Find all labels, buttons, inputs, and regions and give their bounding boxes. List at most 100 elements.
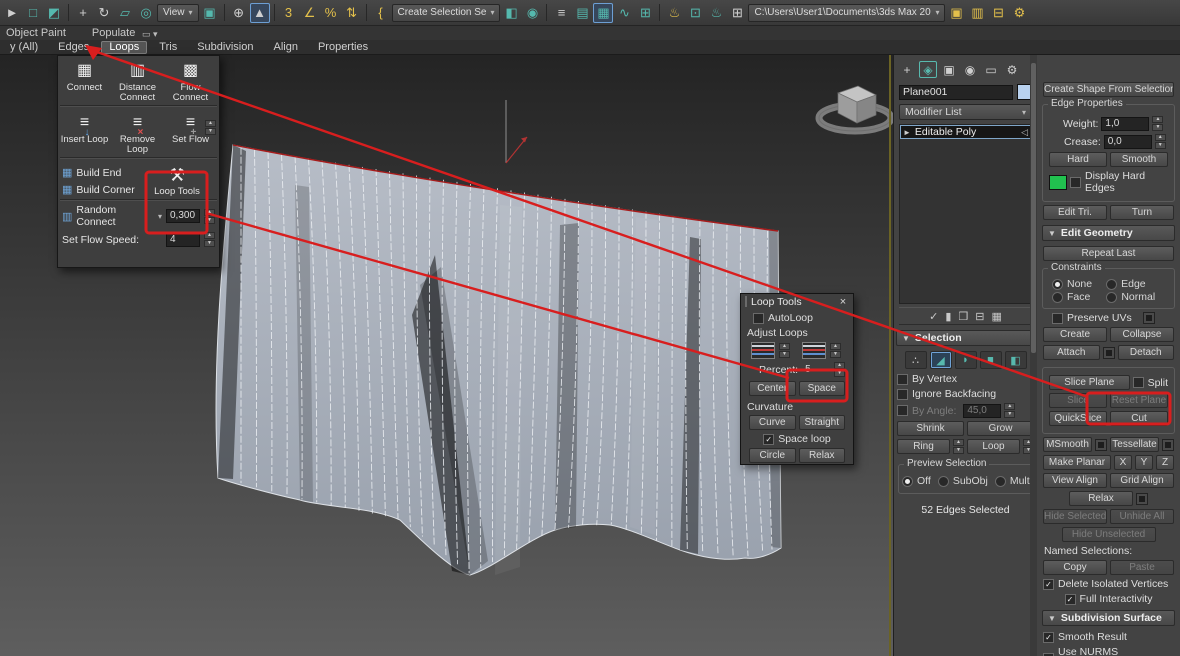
smooth-result-checkbox[interactable]: Smooth Result bbox=[1043, 631, 1127, 643]
by-angle-spinner[interactable]: ▲▼ bbox=[1004, 403, 1015, 418]
create-button[interactable]: Create bbox=[1043, 327, 1107, 342]
ribbon-panel-properties[interactable]: Properties bbox=[310, 41, 376, 54]
layer-explorer-icon[interactable]: ▤ bbox=[572, 3, 592, 23]
display-tab-icon[interactable]: ▭ bbox=[982, 61, 1000, 78]
collapse-button[interactable]: Collapse bbox=[1110, 327, 1174, 342]
object-name-field[interactable] bbox=[899, 85, 1013, 100]
make-planar-y-button[interactable]: Y bbox=[1135, 455, 1153, 470]
close-icon[interactable]: × bbox=[837, 296, 849, 308]
set-flow-speed-spinner[interactable]: ▲▼ bbox=[204, 232, 215, 247]
tessellate-button[interactable]: Tessellate bbox=[1110, 437, 1159, 452]
open-folder-icon[interactable]: ▥ bbox=[967, 3, 987, 23]
relax-settings-icon[interactable] bbox=[1136, 493, 1148, 505]
ribbon-tab-object-paint[interactable]: Object Paint bbox=[6, 27, 66, 39]
show-end-result-icon[interactable]: ▮ bbox=[945, 310, 951, 323]
menu-item-insert-loop[interactable]: ≡↓ Insert Loop bbox=[58, 108, 111, 156]
menu-item-build-end[interactable]: ▦ Build End bbox=[58, 164, 146, 181]
edit-geometry-rollout-header[interactable]: ▼Edit Geometry bbox=[1042, 225, 1175, 241]
selection-rollout-header[interactable]: ▼Selection bbox=[896, 330, 1035, 346]
spinner-snap-icon[interactable]: ⇅ bbox=[342, 3, 362, 23]
ignore-backfacing-checkbox[interactable]: Ignore Backfacing bbox=[897, 388, 996, 400]
autoloop-checkbox[interactable]: AutoLoop bbox=[753, 312, 813, 324]
adjust-loop-b-spinner[interactable]: ▲▼ bbox=[830, 343, 841, 358]
grow-button[interactable]: Grow bbox=[967, 421, 1034, 436]
relax-button-panel[interactable]: Relax bbox=[1069, 491, 1133, 506]
menu-item-remove-loop[interactable]: ≡× Remove Loop bbox=[111, 108, 164, 156]
crease-value[interactable]: 0,0 bbox=[1104, 135, 1152, 149]
window-crossing-toggle-icon[interactable]: ◩ bbox=[44, 3, 64, 23]
subdivision-surface-rollout-header[interactable]: ▼Subdivision Surface bbox=[1042, 610, 1175, 626]
rectangular-selection-region-icon[interactable]: □ bbox=[23, 3, 43, 23]
select-object-icon[interactable]: ► bbox=[2, 3, 22, 23]
project-folder-dropdown[interactable]: C:\Users\User1\Documents\3ds Max 2020▾ bbox=[748, 4, 945, 22]
straight-button[interactable]: Straight bbox=[799, 415, 846, 430]
msmooth-button[interactable]: MSmooth bbox=[1043, 437, 1092, 452]
paste-button[interactable]: Paste bbox=[1110, 560, 1174, 575]
random-connect-spinner[interactable]: ▲▼ bbox=[204, 209, 215, 224]
save-tool-icon[interactable]: ▣ bbox=[946, 3, 966, 23]
edit-named-selections-icon[interactable]: { bbox=[371, 3, 391, 23]
circle-button[interactable]: Circle bbox=[749, 448, 796, 463]
select-and-move-icon[interactable]: + bbox=[73, 3, 93, 23]
tessellate-settings-icon[interactable] bbox=[1162, 439, 1174, 451]
preserve-uvs-checkbox[interactable]: Preserve UVs bbox=[1052, 312, 1132, 324]
edit-tri-button[interactable]: Edit Tri. bbox=[1043, 205, 1107, 220]
visibility-icon[interactable]: ◁ bbox=[1021, 127, 1028, 138]
render-setup-icon[interactable]: ♨ bbox=[664, 3, 684, 23]
ribbon-panel-edges[interactable]: Edges bbox=[50, 41, 97, 54]
select-and-scale-icon[interactable]: ▱ bbox=[115, 3, 135, 23]
stack-item-editable-poly[interactable]: ► Editable Poly ◁ bbox=[900, 125, 1031, 139]
render-production-icon[interactable]: ♨ bbox=[706, 3, 726, 23]
create-tab-icon[interactable]: + bbox=[898, 61, 916, 78]
create-shape-button[interactable]: Create Shape From Selection bbox=[1043, 82, 1174, 97]
loop-button[interactable]: Loop bbox=[967, 439, 1020, 454]
hard-button[interactable]: Hard bbox=[1049, 152, 1107, 167]
random-connect-value[interactable]: 0,300 bbox=[166, 209, 200, 223]
ring-button[interactable]: Ring bbox=[897, 439, 950, 454]
pin-stack-icon[interactable]: ✓ bbox=[929, 310, 938, 323]
rendered-frame-icon[interactable]: ⊡ bbox=[685, 3, 705, 23]
shrink-button[interactable]: Shrink bbox=[897, 421, 964, 436]
constraint-normal-radio[interactable]: Normal bbox=[1106, 291, 1155, 303]
grid-align-button[interactable]: Grid Align bbox=[1110, 473, 1174, 488]
make-planar-button[interactable]: Make Planar bbox=[1043, 455, 1111, 470]
reset-plane-button[interactable]: Reset Plane bbox=[1110, 393, 1168, 408]
border-mode-icon[interactable]: ◗ bbox=[955, 351, 977, 369]
configure-sets-icon[interactable]: ▦ bbox=[991, 310, 1001, 323]
constraint-none-radio[interactable]: None bbox=[1052, 278, 1092, 290]
constraint-edge-radio[interactable]: Edge bbox=[1106, 278, 1146, 290]
keyboard-override-icon[interactable]: ▲ bbox=[250, 3, 270, 23]
curve-editor-icon[interactable]: ∿ bbox=[614, 3, 634, 23]
hierarchy-tab-icon[interactable]: ▣ bbox=[940, 61, 958, 78]
percent-value[interactable]: 5 bbox=[801, 363, 831, 377]
angle-snap-icon[interactable]: ∠ bbox=[300, 3, 320, 23]
make-unique-icon[interactable]: ❒ bbox=[958, 310, 968, 323]
adjust-loop-a-icon[interactable] bbox=[751, 342, 775, 359]
named-selection-sets-dropdown[interactable]: Create Selection Se▾ bbox=[392, 4, 501, 22]
ribbon-panel-y-all-[interactable]: y (All) bbox=[2, 41, 46, 54]
select-and-manipulate-icon[interactable]: ⊕ bbox=[229, 3, 249, 23]
ribbon-panel-align[interactable]: Align bbox=[265, 41, 305, 54]
full-interactivity-checkbox[interactable]: Full Interactivity bbox=[1065, 593, 1153, 605]
ribbon-tab-populate[interactable]: Populate bbox=[92, 27, 135, 39]
preview-subobj-radio[interactable]: SubObj bbox=[938, 475, 988, 487]
reference-coordinate-dropdown[interactable]: View▾ bbox=[157, 4, 199, 22]
percent-spinner[interactable]: ▲▼ bbox=[834, 362, 845, 377]
motion-tab-icon[interactable]: ◉ bbox=[961, 61, 979, 78]
cut-button[interactable]: Cut bbox=[1110, 411, 1168, 426]
menu-item-random-connect[interactable]: ▥ Random Connect ▾ 0,300 ▲▼ bbox=[58, 202, 219, 230]
select-and-rotate-icon[interactable]: ↻ bbox=[94, 3, 114, 23]
utilities-tab-icon[interactable]: ⚙ bbox=[1003, 61, 1021, 78]
curve-button[interactable]: Curve bbox=[749, 415, 796, 430]
material-editor-icon[interactable]: ⊞ bbox=[727, 3, 747, 23]
adjust-loop-a-spinner[interactable]: ▲▼ bbox=[779, 343, 790, 358]
msmooth-settings-icon[interactable] bbox=[1095, 439, 1107, 451]
scene-explorer-icon[interactable]: ≡ bbox=[551, 3, 571, 23]
adjust-loop-b-icon[interactable] bbox=[802, 342, 826, 359]
center-button[interactable]: Center bbox=[749, 381, 796, 396]
split-checkbox[interactable]: Split bbox=[1133, 377, 1168, 389]
menu-item-loop-tools[interactable]: ⚒ Loop Tools bbox=[146, 160, 208, 198]
weight-spinner[interactable]: ▲▼ bbox=[1152, 116, 1163, 131]
hide-selected-button[interactable]: Hide Selected bbox=[1043, 509, 1107, 524]
snaps-toggle-icon[interactable]: 3 bbox=[279, 3, 299, 23]
